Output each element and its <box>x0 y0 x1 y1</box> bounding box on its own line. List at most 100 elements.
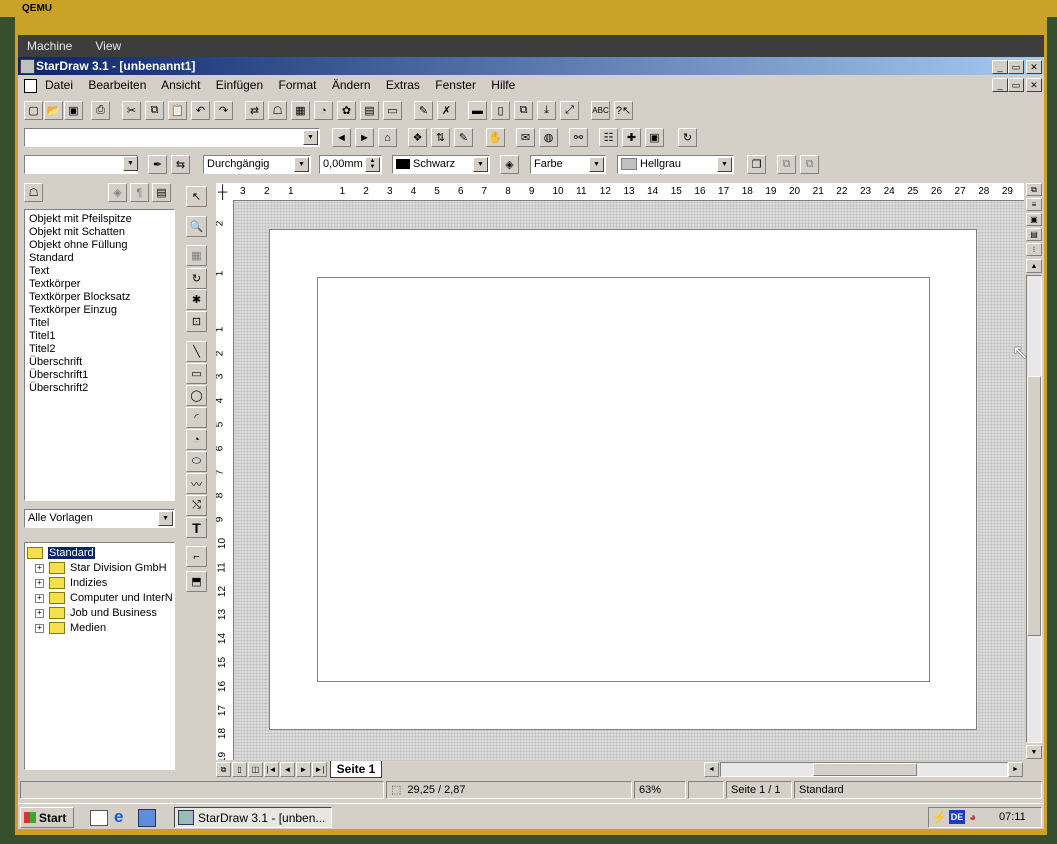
menu-hilfe[interactable]: Hilfe <box>491 78 515 92</box>
menu-datei[interactable]: Datei <box>45 78 73 92</box>
chevron-down-icon[interactable]: ▼ <box>303 130 318 145</box>
text-frame-icon[interactable]: ▦ <box>186 245 207 266</box>
scroll-up-icon[interactable]: ▲ <box>1026 259 1042 273</box>
doc-restore-button[interactable]: ▭ <box>1008 78 1024 92</box>
line-icon[interactable]: ▬ <box>468 101 487 120</box>
prev-page-icon[interactable]: ◄ <box>280 762 295 777</box>
style-list-item[interactable]: Titel <box>29 317 170 330</box>
last-page-icon[interactable]: ►| <box>312 762 327 777</box>
export-icon[interactable]: ⤓ <box>537 101 556 120</box>
expand-icon[interactable]: ⤢ <box>560 101 579 120</box>
expand-icon[interactable]: + <box>35 623 44 633</box>
arc-tool-icon[interactable]: ◜ <box>186 407 207 428</box>
draw-functions-icon[interactable]: ✎ <box>414 101 433 120</box>
start-button[interactable]: Start <box>20 807 74 828</box>
spellcheck-icon[interactable]: ABC <box>591 101 610 120</box>
view-mode-icon[interactable]: ⧉ <box>1026 183 1042 196</box>
chevron-down-icon[interactable]: ▼ <box>123 156 138 171</box>
style-list-item[interactable]: Textkörper Blocksatz <box>29 291 170 304</box>
style-filter-select[interactable]: Alle Vorlagen ▼ <box>24 509 175 528</box>
globe-icon[interactable]: ◍ <box>539 128 558 147</box>
style-list-item[interactable]: Überschrift <box>29 356 170 369</box>
navigator-icon[interactable]: ⇄ <box>245 101 264 120</box>
taskbar-task-stardraw[interactable]: StarDraw 3.1 - [unben... <box>174 807 332 828</box>
copy-icon[interactable]: ⧉ <box>145 101 164 120</box>
explorer-icon[interactable]: ❖ <box>408 128 427 147</box>
menu-aendern[interactable]: Ändern <box>332 78 371 92</box>
points-tool-icon[interactable]: ⤭ <box>186 495 207 516</box>
refresh-icon[interactable]: ↻ <box>678 128 697 147</box>
mail-icon[interactable]: ✉ <box>516 128 535 147</box>
style-combo[interactable] <box>24 155 138 174</box>
home-icon[interactable]: ⌂ <box>378 128 397 147</box>
spin-icon[interactable]: ▲ ▼ <box>365 157 380 172</box>
url-combo[interactable]: ▼ <box>24 128 320 147</box>
ellipse-tool-icon[interactable]: ◯ <box>186 385 207 406</box>
chevron-down-icon[interactable]: ▼ <box>294 157 309 172</box>
sector-tool-icon[interactable]: ◔ <box>186 429 207 450</box>
line-tool-icon[interactable]: ╲ <box>186 341 207 362</box>
expand-icon[interactable]: + <box>35 563 44 573</box>
style-list-item[interactable]: Titel2 <box>29 343 170 356</box>
effects-icon[interactable]: ✱ <box>186 289 207 310</box>
curve-tool-icon[interactable]: 〰 <box>186 473 207 494</box>
insert-tool-icon[interactable]: ⬒ <box>186 571 207 592</box>
tree-root[interactable]: Standard <box>27 546 172 561</box>
image-icon[interactable]: ▤ <box>360 101 379 120</box>
menu-fenster[interactable]: Fenster <box>435 78 476 92</box>
new-style-icon[interactable]: ¶ <box>130 183 149 202</box>
style-list-item[interactable]: Text <box>29 265 170 278</box>
horizontal-scroll-thumb[interactable] <box>813 763 917 776</box>
master-view-icon[interactable]: ▯ <box>232 762 247 777</box>
draw-view-icon[interactable]: ⧉ <box>216 762 231 777</box>
tray-speaker-icon[interactable]: ⚡ <box>932 810 947 824</box>
menu-bearbeiten[interactable]: Bearbeiten <box>88 78 146 92</box>
qemu-menu-machine[interactable]: Machine <box>27 39 72 53</box>
slide-view-icon[interactable]: ▤ <box>1026 228 1042 241</box>
line-color-select[interactable]: Schwarz ▼ <box>392 155 490 174</box>
tray-language-indicator[interactable]: DE <box>949 810 965 824</box>
tools-icon[interactable]: ✗ <box>437 101 456 120</box>
quicklaunch-channels-icon[interactable] <box>138 809 156 827</box>
align-icon[interactable]: ⊡ <box>186 311 207 332</box>
undo-icon[interactable]: ↶ <box>191 101 210 120</box>
chevron-down-icon[interactable]: ▼ <box>158 511 173 526</box>
qemu-menu-view[interactable]: View <box>95 39 121 53</box>
scroll-left-icon[interactable]: ◄ <box>704 762 719 777</box>
style-list-item[interactable]: Textkörper <box>29 278 170 291</box>
outline-view-icon[interactable]: ▣ <box>1026 213 1042 226</box>
tray-network-icon[interactable]: ◕ <box>969 810 976 824</box>
quicklaunch-desktop-icon[interactable] <box>90 810 108 826</box>
drawing-canvas[interactable] <box>234 201 1024 761</box>
3d-objects-icon[interactable]: ⬭ <box>186 451 207 472</box>
line-properties-icon[interactable]: ✒ <box>148 155 167 174</box>
layer-view-icon[interactable]: ◫ <box>248 762 263 777</box>
notes-view-icon[interactable]: ⁝ <box>1026 243 1042 256</box>
page[interactable] <box>269 229 977 730</box>
print-icon[interactable]: ⎙ <box>91 101 110 120</box>
line-style-select[interactable]: Durchgängig ▼ <box>203 155 311 174</box>
expand-icon[interactable]: + <box>35 578 44 588</box>
save-icon[interactable]: ▣ <box>64 101 83 120</box>
restore-button[interactable]: ▭ <box>1008 60 1024 74</box>
close-button[interactable]: ✕ <box>1026 60 1042 74</box>
bookmark-icon[interactable]: ☷ <box>599 128 618 147</box>
style-list-item[interactable]: Objekt mit Schatten <box>29 226 170 239</box>
area-icon[interactable]: ◈ <box>500 155 519 174</box>
gallery-icon[interactable]: ✿ <box>337 101 356 120</box>
scroll-down-icon[interactable]: ▼ <box>1026 745 1042 759</box>
tree-item[interactable]: + Medien <box>35 621 172 636</box>
next-page-icon[interactable]: ► <box>296 762 311 777</box>
menu-ansicht[interactable]: Ansicht <box>161 78 200 92</box>
rotate-icon[interactable]: ↻ <box>186 268 207 289</box>
paragraph-styles-icon[interactable]: ☖ <box>24 183 43 202</box>
forward-icon[interactable]: ► <box>355 128 374 147</box>
slide-icon[interactable]: ⧉ <box>514 101 533 120</box>
layout-view-icon[interactable]: ≡ <box>1026 198 1042 211</box>
style-list-item[interactable]: Textkörper Einzug <box>29 304 170 317</box>
hand-icon[interactable]: ✋ <box>486 128 505 147</box>
stylist-icon[interactable]: ☖ <box>268 101 287 120</box>
rectangle-tool-icon[interactable]: ▭ <box>186 363 207 384</box>
chart-icon[interactable]: ◔ <box>314 101 333 120</box>
line-width-field[interactable]: 0,00mm ▲ ▼ <box>319 155 382 174</box>
